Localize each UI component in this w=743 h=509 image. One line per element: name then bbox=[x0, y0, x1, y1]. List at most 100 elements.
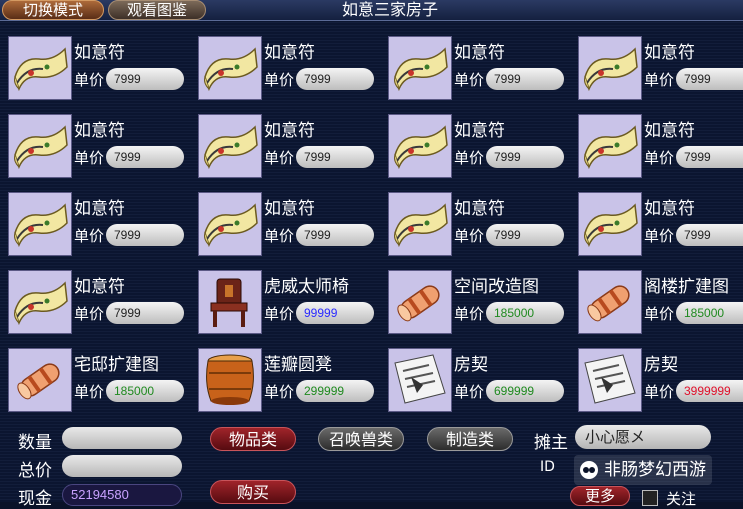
item-name: 如意符 bbox=[644, 121, 695, 141]
category-craft-button[interactable]: 制造类 bbox=[427, 427, 513, 451]
item-name: 空间改造图 bbox=[454, 277, 539, 297]
item-name: 如意符 bbox=[74, 121, 125, 141]
follow-checkbox[interactable] bbox=[642, 490, 658, 506]
scroll-talisman-icon[interactable] bbox=[388, 114, 452, 178]
total-price-label: 总价 bbox=[18, 461, 52, 481]
more-button[interactable]: 更多 bbox=[570, 486, 630, 506]
watermark-text: 非肠梦幻西游 bbox=[604, 460, 706, 480]
total-price-field bbox=[62, 455, 182, 477]
unit-price-label: 单价 bbox=[264, 149, 295, 167]
unit-price-value: 3999999 bbox=[676, 380, 743, 402]
buy-button[interactable]: 购买 bbox=[210, 480, 296, 504]
scroll-talisman-icon[interactable] bbox=[198, 36, 262, 100]
unit-price-value: 7999 bbox=[676, 68, 743, 90]
item-grid: 如意符 单价 7999 如意符 单价 7999 如意符 单价 7999 如意符 单价 7999 如意符单… bbox=[0, 22, 743, 412]
unit-price-label: 单价 bbox=[264, 383, 295, 401]
item-slot[interactable]: 如意符 单价 7999 bbox=[0, 262, 190, 338]
item-name: 如意符 bbox=[264, 199, 315, 219]
unit-price-value: 7999 bbox=[676, 146, 743, 168]
unit-price-value: 7999 bbox=[486, 146, 564, 168]
item-slot[interactable]: 如意符单价 7999 bbox=[570, 106, 743, 182]
blueprint-scroll-icon[interactable] bbox=[578, 270, 642, 334]
unit-price-value: 299999 bbox=[296, 380, 374, 402]
deed-paper-icon[interactable] bbox=[388, 348, 452, 412]
owner-label: 摊主 bbox=[534, 433, 568, 453]
scroll-talisman-icon[interactable] bbox=[578, 36, 642, 100]
unit-price-value: 7999 bbox=[296, 224, 374, 246]
scroll-talisman-icon[interactable] bbox=[8, 270, 72, 334]
quantity-input[interactable] bbox=[62, 427, 182, 449]
unit-price-label: 单价 bbox=[644, 227, 675, 245]
owner-name: 小心愿メ bbox=[575, 425, 711, 449]
cash-value: 52194580 bbox=[62, 484, 182, 506]
watermark: 非肠梦幻西游 bbox=[574, 455, 712, 485]
item-slot[interactable]: 空间改造图 单价 185000 bbox=[380, 262, 570, 338]
unit-price-label: 单价 bbox=[74, 71, 105, 89]
item-name: 如意符 bbox=[454, 121, 505, 141]
unit-price-value: 185000 bbox=[676, 302, 743, 324]
blueprint-scroll-icon[interactable] bbox=[8, 348, 72, 412]
chair-icon[interactable] bbox=[198, 270, 262, 334]
unit-price-label: 单价 bbox=[74, 305, 105, 323]
item-slot[interactable]: 宅邸扩建图 单价 185000 bbox=[0, 340, 190, 416]
unit-price-label: 单价 bbox=[74, 149, 105, 167]
item-name: 如意符 bbox=[454, 43, 505, 63]
unit-price-label: 单价 bbox=[644, 305, 675, 323]
item-slot[interactable]: 莲瓣圆凳 单价 299999 bbox=[190, 340, 380, 416]
unit-price-label: 单价 bbox=[454, 227, 485, 245]
item-slot[interactable]: 房契单价 3999999 bbox=[570, 340, 743, 416]
scroll-talisman-icon[interactable] bbox=[8, 114, 72, 178]
unit-price-label: 单价 bbox=[454, 383, 485, 401]
top-bar: 切换模式 观看图鉴 如意三家房子 bbox=[0, 0, 743, 21]
blueprint-scroll-icon[interactable] bbox=[388, 270, 452, 334]
item-slot[interactable]: 房契 单价 699999 bbox=[380, 340, 570, 416]
scroll-talisman-icon[interactable] bbox=[198, 192, 262, 256]
scroll-talisman-icon[interactable] bbox=[8, 36, 72, 100]
item-slot[interactable]: 如意符 单价 7999 bbox=[570, 184, 743, 260]
item-slot[interactable]: 如意符 单价 7999 bbox=[0, 106, 190, 182]
item-name: 如意符 bbox=[454, 199, 505, 219]
follow-label: 关注 bbox=[666, 490, 697, 508]
item-slot[interactable]: 阁楼扩建图单价 185000 bbox=[570, 262, 743, 338]
scroll-talisman-icon[interactable] bbox=[578, 114, 642, 178]
item-slot[interactable]: 如意符 单价 7999 bbox=[190, 184, 380, 260]
scroll-talisman-icon[interactable] bbox=[578, 192, 642, 256]
unit-price-label: 单价 bbox=[644, 383, 675, 401]
scroll-talisman-icon[interactable] bbox=[388, 36, 452, 100]
item-name: 阁楼扩建图 bbox=[644, 277, 729, 297]
item-name: 如意符 bbox=[74, 199, 125, 219]
unit-price-value: 7999 bbox=[106, 224, 184, 246]
scroll-talisman-icon[interactable] bbox=[198, 114, 262, 178]
item-name: 如意符 bbox=[74, 43, 125, 63]
unit-price-label: 单价 bbox=[264, 305, 295, 323]
item-name: 房契 bbox=[644, 355, 678, 375]
item-slot[interactable]: 如意符 单价 7999 bbox=[380, 28, 570, 104]
item-slot[interactable]: 如意符 单价 7999 bbox=[570, 28, 743, 104]
unit-price-value: 99999 bbox=[296, 302, 374, 324]
category-pets-button[interactable]: 召唤兽类 bbox=[318, 427, 404, 451]
unit-price-label: 单价 bbox=[454, 305, 485, 323]
unit-price-value: 7999 bbox=[106, 68, 184, 90]
item-slot[interactable]: 如意符单价 7999 bbox=[380, 106, 570, 182]
unit-price-value: 7999 bbox=[486, 68, 564, 90]
scroll-talisman-icon[interactable] bbox=[8, 192, 72, 256]
category-items-button[interactable]: 物品类 bbox=[210, 427, 296, 451]
unit-price-value: 185000 bbox=[106, 380, 184, 402]
deed-paper-icon[interactable] bbox=[578, 348, 642, 412]
unit-price-label: 单价 bbox=[74, 227, 105, 245]
view-catalog-button[interactable]: 观看图鉴 bbox=[108, 0, 206, 20]
item-slot[interactable]: 如意符单价 7999 bbox=[0, 28, 190, 104]
scroll-talisman-icon[interactable] bbox=[388, 192, 452, 256]
item-slot[interactable]: 如意符 单价 7999 bbox=[190, 106, 380, 182]
item-slot[interactable]: 如意符单价 7999 bbox=[0, 184, 190, 260]
item-name: 虎威太师椅 bbox=[264, 277, 349, 297]
item-slot[interactable]: 虎威太师椅单价 99999 bbox=[190, 262, 380, 338]
switch-mode-button[interactable]: 切换模式 bbox=[2, 0, 104, 20]
unit-price-label: 单价 bbox=[644, 149, 675, 167]
stool-icon[interactable] bbox=[198, 348, 262, 412]
item-name: 如意符 bbox=[264, 121, 315, 141]
unit-price-label: 单价 bbox=[454, 149, 485, 167]
item-slot[interactable]: 如意符 单价 7999 bbox=[380, 184, 570, 260]
item-slot[interactable]: 如意符 单价 7999 bbox=[190, 28, 380, 104]
quantity-label: 数量 bbox=[18, 433, 52, 453]
